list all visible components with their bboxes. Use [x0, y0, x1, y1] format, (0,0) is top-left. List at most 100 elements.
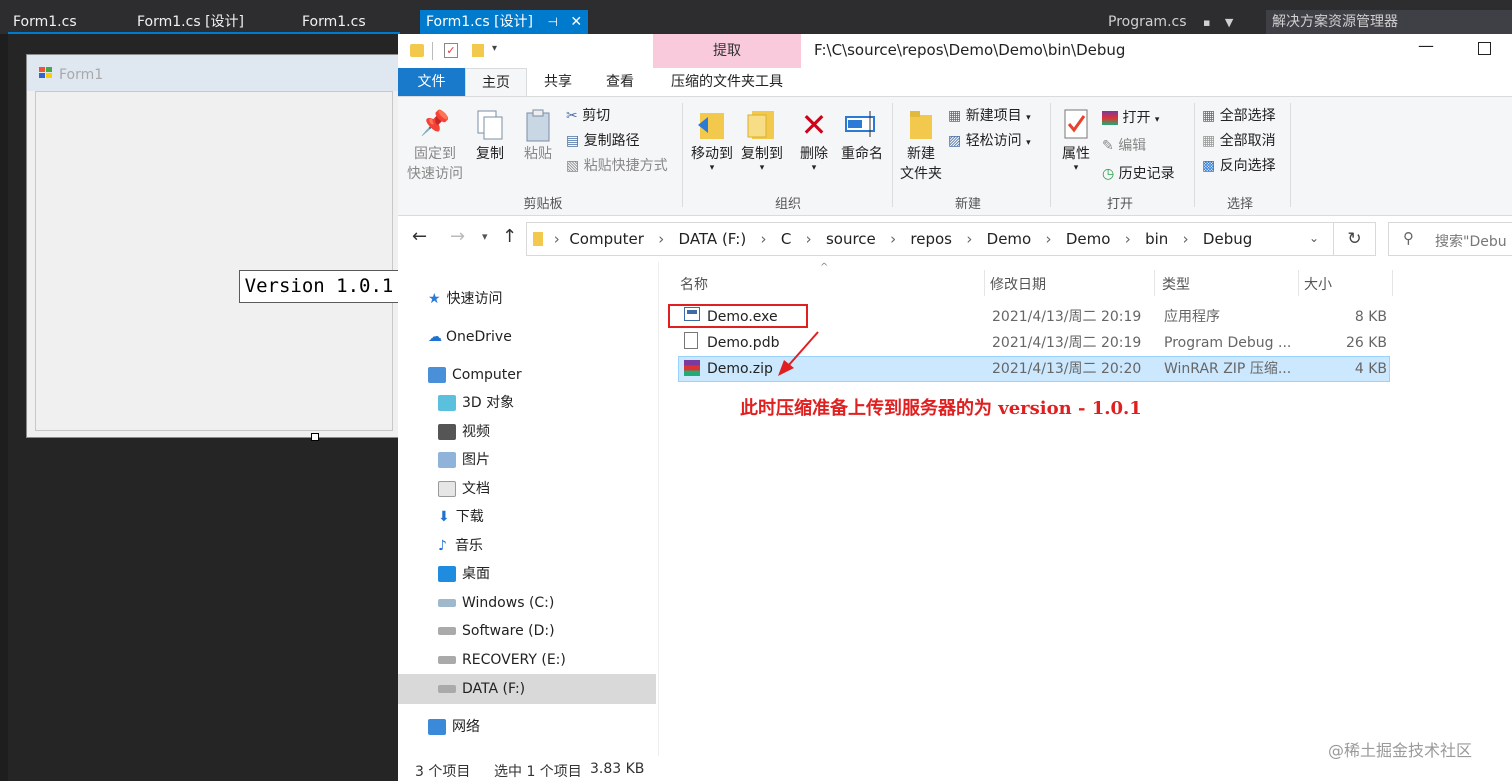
file-date: 2021/4/13/周二 20:20: [992, 361, 1142, 377]
nav-3d-objects[interactable]: 3D 对象: [438, 390, 514, 416]
chevron-down-icon[interactable]: ⌄: [1309, 231, 1319, 245]
qat-separator: [432, 42, 433, 60]
pin-icon[interactable]: ▪: [1203, 16, 1210, 29]
nav-drive-e[interactable]: RECOVERY (E:): [438, 647, 566, 673]
solution-explorer-header[interactable]: 解决方案资源管理器: [1266, 10, 1512, 34]
rename-button[interactable]: 重命名: [838, 107, 886, 163]
pane-divider[interactable]: [658, 262, 659, 756]
resize-handle[interactable]: [311, 433, 319, 441]
new-folder-label-2: 文件夹: [900, 166, 942, 182]
nav-videos[interactable]: 视频: [438, 419, 490, 445]
drive-icon: [438, 685, 456, 693]
nav-drive-c[interactable]: Windows (C:): [438, 590, 554, 616]
paste-shortcut-button[interactable]: ▧ 粘贴快捷方式: [566, 155, 668, 175]
select-none-button[interactable]: ▦ 全部取消: [1202, 130, 1276, 150]
refresh-icon[interactable]: ↻: [1334, 222, 1376, 256]
breadcrumb-item[interactable]: Computer: [569, 230, 644, 248]
breadcrumb-item[interactable]: repos: [910, 230, 952, 248]
minimize-icon[interactable]: —: [1418, 36, 1434, 55]
easy-access-button[interactable]: ▨ 轻松访问 ▾: [948, 130, 1031, 150]
column-separator[interactable]: [984, 270, 985, 296]
new-item-icon: ▦: [948, 108, 962, 124]
move-to-button[interactable]: 移动到 ▾: [688, 107, 736, 173]
file-date: 2021/4/13/周二 20:19: [992, 335, 1142, 351]
vs-tab-form1-cs-2[interactable]: Form1.cs: [302, 10, 366, 34]
breadcrumb-item[interactable]: bin: [1145, 230, 1168, 248]
column-header-type[interactable]: 类型: [1162, 274, 1190, 294]
tab-file[interactable]: 文件: [398, 68, 465, 96]
column-header-size[interactable]: 大小: [1304, 274, 1332, 294]
vs-tab-program-cs[interactable]: Program.cs ▪ ▼: [1108, 10, 1233, 34]
designer-form-window[interactable]: Form1 Version 1.0.1: [26, 54, 400, 441]
copy-icon: [470, 109, 510, 143]
nav-drive-d[interactable]: Software (D:): [438, 618, 555, 644]
history-button[interactable]: ◷ 历史记录: [1102, 163, 1175, 183]
drive-icon: [438, 627, 456, 635]
maximize-icon[interactable]: [1478, 42, 1491, 55]
qat-dropdown-icon[interactable]: ▾: [492, 43, 497, 54]
vs-tab-form1-cs[interactable]: Form1.cs: [13, 10, 77, 34]
copy-to-button[interactable]: 复制到 ▾: [738, 107, 786, 173]
tab-compressed-folder-tools[interactable]: 压缩的文件夹工具: [653, 68, 801, 96]
document-icon: [438, 481, 456, 497]
up-arrow-icon[interactable]: ↑: [502, 226, 517, 247]
pin-icon[interactable]: ⊣: [547, 15, 557, 29]
breadcrumb: › Computer › DATA (F:) › C › source › re…: [549, 223, 1253, 255]
breadcrumb-item[interactable]: C: [781, 230, 791, 248]
new-folder-icon[interactable]: [472, 44, 484, 57]
version-label[interactable]: Version 1.0.1: [239, 270, 399, 303]
open-button[interactable]: 打开 ▾: [1102, 107, 1159, 127]
pin-quick-access-button[interactable]: 📌 固定到 快速访问: [406, 109, 464, 183]
copy-path-button[interactable]: ▤ 复制路径: [566, 130, 640, 150]
address-bar[interactable]: › Computer › DATA (F:) › C › source › re…: [526, 222, 1334, 256]
cut-button[interactable]: ✂ 剪切: [566, 105, 610, 125]
nav-network[interactable]: 网络: [428, 714, 480, 740]
tab-home[interactable]: 主页: [465, 68, 527, 96]
vs-tab-form1-design-active[interactable]: Form1.cs [设计] ⊣ ✕: [420, 10, 589, 34]
tab-view[interactable]: 查看: [589, 68, 651, 96]
close-icon[interactable]: ✕: [570, 14, 582, 30]
breadcrumb-item[interactable]: Debug: [1203, 230, 1252, 248]
new-item-button[interactable]: ▦ 新建项目 ▾: [948, 105, 1031, 125]
nav-computer[interactable]: Computer: [428, 362, 522, 388]
nav-pictures[interactable]: 图片: [438, 447, 490, 473]
breadcrumb-item[interactable]: source: [826, 230, 876, 248]
column-header-name[interactable]: 名称: [680, 274, 708, 294]
breadcrumb-item[interactable]: Demo: [987, 230, 1032, 248]
nav-drive-f[interactable]: DATA (F:): [438, 676, 525, 702]
nav-onedrive[interactable]: ☁ OneDrive: [428, 324, 512, 350]
nav-quick-access[interactable]: ★ 快速访问: [428, 286, 503, 312]
invert-selection-button[interactable]: ▩ 反向选择: [1202, 155, 1276, 175]
breadcrumb-item[interactable]: DATA (F:): [679, 230, 747, 248]
back-arrow-icon[interactable]: ←: [412, 226, 427, 247]
column-separator[interactable]: [1154, 270, 1155, 296]
new-folder-button[interactable]: 新建 文件夹: [898, 107, 944, 183]
search-box[interactable]: ⚲ 搜索"Debu: [1388, 222, 1512, 256]
paste-label: 粘贴: [524, 146, 552, 162]
paste-button[interactable]: 粘贴: [518, 109, 558, 163]
status-item-count: 3 个项目: [415, 764, 471, 780]
properties-button[interactable]: 属性 ▾: [1056, 107, 1096, 173]
vs-tab-form1-design[interactable]: Form1.cs [设计]: [137, 10, 244, 34]
breadcrumb-item[interactable]: Demo: [1066, 230, 1111, 248]
tab-share[interactable]: 共享: [527, 68, 589, 96]
nav-selected-highlight: [398, 674, 656, 704]
nav-label: RECOVERY (E:): [462, 652, 566, 668]
delete-button[interactable]: ✕ 删除 ▾: [796, 107, 832, 173]
nav-downloads[interactable]: ⬇ 下载: [438, 504, 484, 530]
open-label: 打开: [1122, 110, 1151, 126]
nav-documents[interactable]: 文档: [438, 476, 490, 502]
nav-desktop[interactable]: 桌面: [438, 561, 490, 587]
edit-button[interactable]: ✎ 编辑: [1102, 135, 1146, 155]
copy-button[interactable]: 复制: [470, 109, 510, 163]
column-header-date[interactable]: 修改日期: [990, 274, 1046, 294]
column-separator[interactable]: [1298, 270, 1299, 296]
properties-check-icon[interactable]: ✓: [444, 43, 458, 58]
nav-label: Windows (C:): [462, 595, 555, 611]
recent-locations-icon[interactable]: ▾: [482, 230, 488, 243]
chevron-down-icon[interactable]: ▼: [1225, 16, 1233, 29]
forward-arrow-icon[interactable]: →: [450, 226, 465, 247]
select-all-button[interactable]: ▦ 全部选择: [1202, 105, 1276, 125]
column-separator[interactable]: [1392, 270, 1393, 296]
nav-music[interactable]: ♪ 音乐: [438, 533, 483, 559]
